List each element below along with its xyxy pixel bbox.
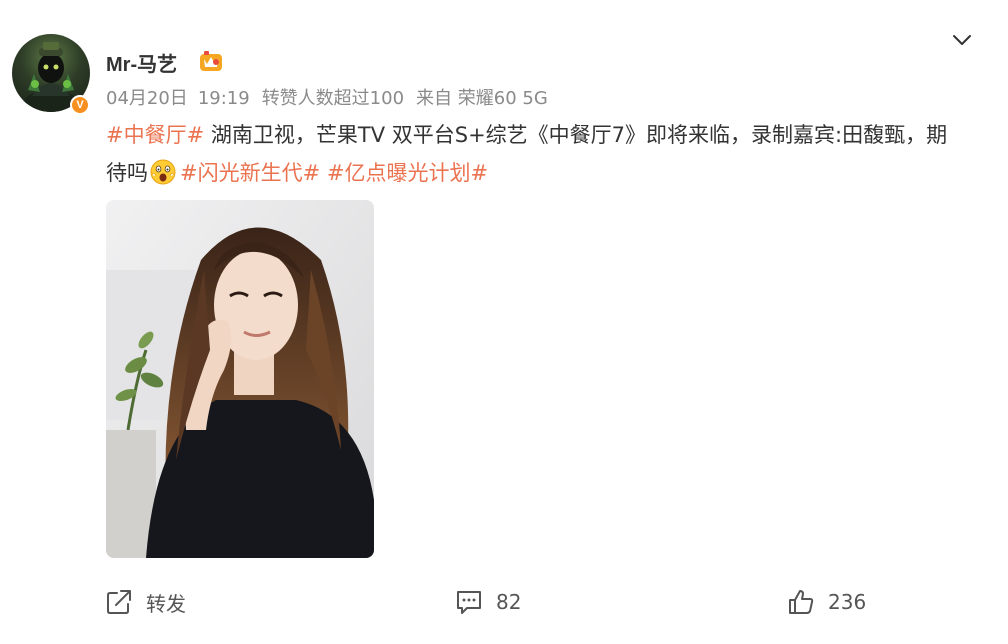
like-count: 236 (828, 590, 867, 614)
hashtag-link[interactable]: #闪光新生代# (180, 161, 320, 185)
vip-crown-icon[interactable] (199, 50, 223, 72)
share-icon (107, 590, 131, 614)
post-photo[interactable] (106, 200, 374, 558)
thumbs-up-icon (789, 590, 814, 614)
post-meta: 04月20日 19:19 转赞人数超过100 来自 荣耀60 5G (106, 84, 560, 110)
post-date[interactable]: 04月20日 (106, 88, 188, 109)
like-button[interactable]: 236 (786, 580, 866, 624)
chevron-down-icon[interactable] (950, 28, 974, 52)
comment-icon (457, 591, 481, 614)
username[interactable]: Mr-马艺 (106, 48, 177, 77)
comment-count: 82 (496, 590, 522, 614)
portrait-photo-icon (106, 200, 374, 558)
verified-badge: V (70, 95, 90, 115)
scream-emoji-icon (150, 159, 176, 185)
post-source: 来自 荣耀60 5G (416, 88, 548, 109)
repost-button[interactable]: 转发 (104, 580, 186, 624)
comment-button[interactable]: 82 (454, 580, 521, 624)
repost-label: 转发 (146, 591, 186, 616)
post-time[interactable]: 19:19 (198, 88, 250, 109)
post-text: #中餐厅# 湖南卫视，芒果TV 双平台S+综艺《中餐厅7》即将来临，录制嘉宾:田… (106, 116, 966, 192)
action-bar: 转发 82 236 (0, 580, 1008, 624)
hashtag-link[interactable]: #中餐厅# (106, 123, 204, 147)
repost-note: 转赞人数超过100 (261, 88, 405, 109)
weibo-post-card: V Mr-马艺 04月20日 19:19 转赞人数超过100 来自 荣耀60 5G #… (0, 0, 1008, 644)
hashtag-link[interactable]: #亿点曝光计划# (327, 161, 488, 185)
